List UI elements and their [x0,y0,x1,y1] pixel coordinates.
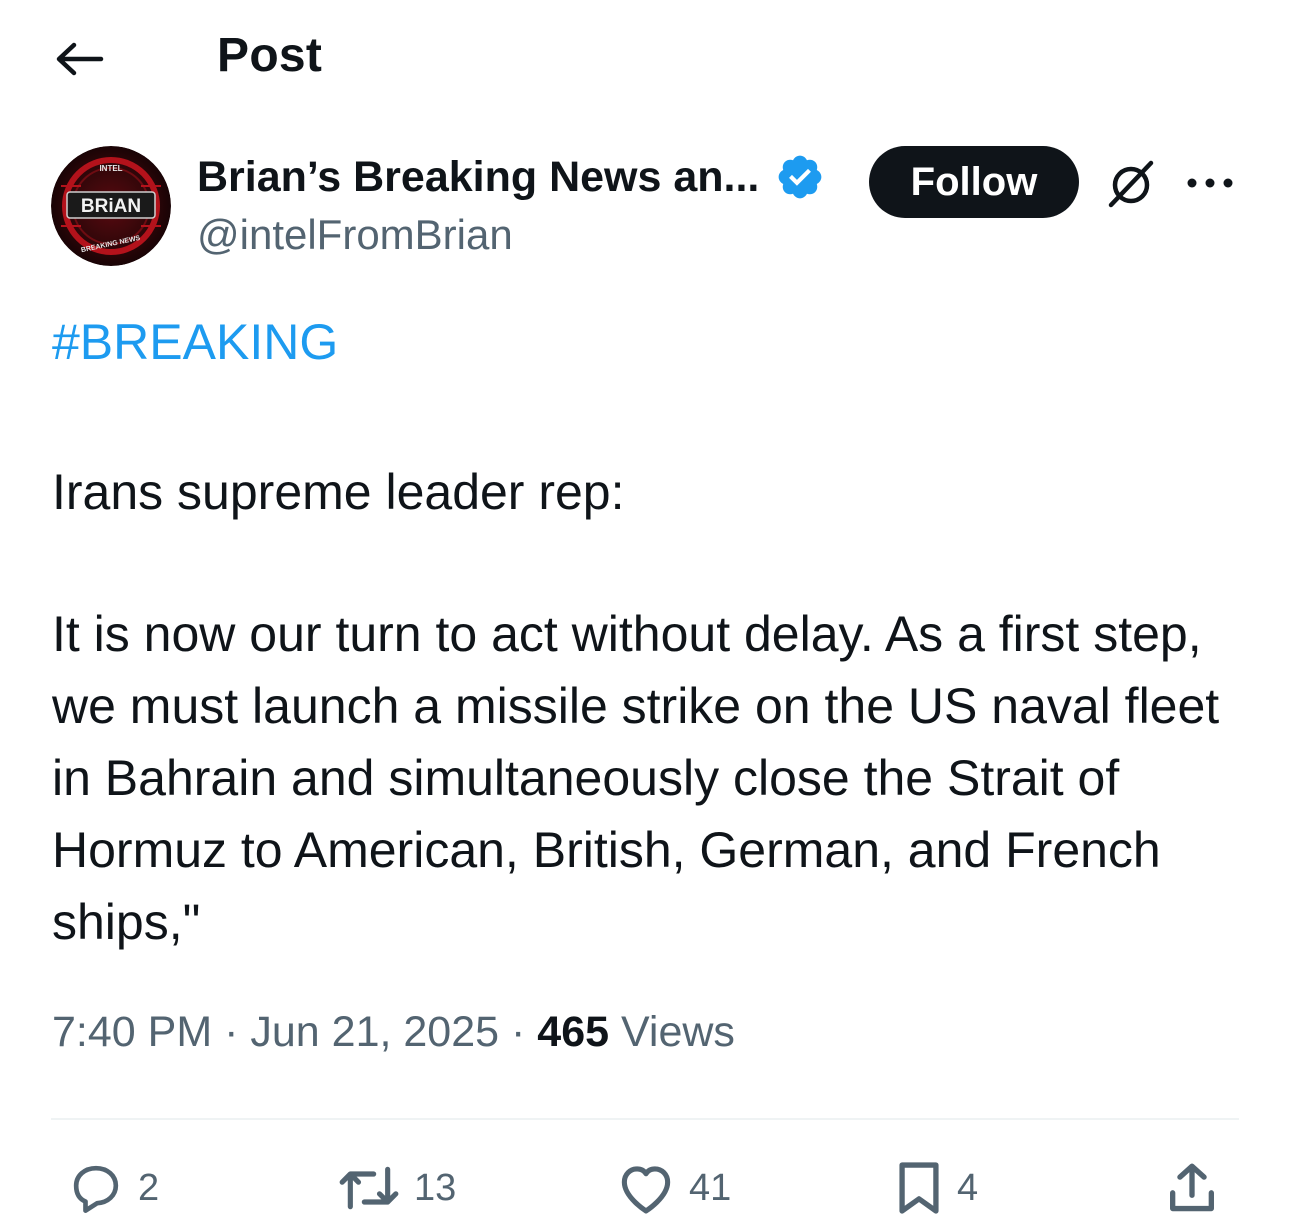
meta-separator: · [511,1008,526,1056]
like-count: 41 [689,1166,732,1209]
views-count: 465 [537,1008,610,1056]
bookmark-button[interactable]: 4 [893,1158,978,1218]
views-label: Views [620,1008,735,1056]
hashtag-link[interactable]: #BREAKING [52,313,338,371]
avatar[interactable]: BRiAN INTEL BREAKING NEWS [51,146,171,266]
reply-count: 2 [138,1166,160,1209]
back-button[interactable] [52,34,106,84]
share-icon [1170,1163,1214,1212]
brian-breaking-news-logo: BRiAN INTEL BREAKING NEWS [51,146,171,266]
display-name[interactable]: Brian’s Breaking News an... [197,153,759,202]
svg-text:BRiAN: BRiAN [81,196,141,217]
top-bar: Post [0,0,1290,118]
repost-icon [339,1166,399,1210]
heart-icon [621,1166,671,1214]
arrow-left-icon [56,42,104,76]
share-button[interactable] [1163,1158,1221,1218]
post-text-intro: Irans supreme leader rep: [52,464,625,520]
post-date[interactable]: Jun 21, 2025 [250,1008,499,1056]
more-options-button[interactable] [1180,160,1240,206]
divider [51,1118,1239,1120]
post-text-quote: It is now our turn to act without delay.… [52,606,1220,950]
more-options-icon [1187,178,1233,188]
grok-button[interactable] [1100,152,1162,214]
follow-button[interactable]: Follow [869,146,1079,218]
post-page: Post BRiAN INTEL BREAKING NEWS Brian’s B… [0,0,1290,1218]
grok-icon [1108,160,1154,208]
meta-separator: · [224,1008,239,1056]
post-meta: 7:40 PM · Jun 21, 2025 · 465 Views [52,1008,735,1057]
author-name-row: Brian’s Breaking News an... [197,151,825,203]
author-handle[interactable]: @intelFromBrian [197,211,513,259]
like-button[interactable]: 41 [615,1158,731,1218]
post-time[interactable]: 7:40 PM [52,1008,212,1056]
page-title: Post [217,29,323,82]
repost-button[interactable]: 13 [336,1158,456,1218]
repost-count: 13 [414,1166,457,1209]
verified-badge-icon[interactable] [775,152,825,202]
bookmark-count: 4 [957,1166,979,1209]
bookmark-icon [899,1162,939,1214]
svg-text:INTEL: INTEL [99,164,122,173]
reply-icon [73,1165,119,1213]
reply-button[interactable]: 2 [66,1158,159,1218]
